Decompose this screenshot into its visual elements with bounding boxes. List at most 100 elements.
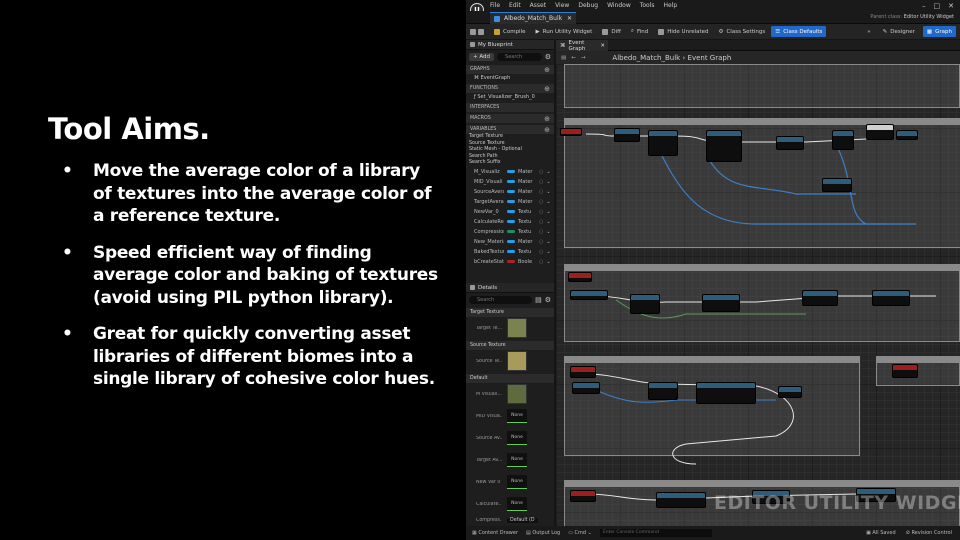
asset-picker[interactable]: None xyxy=(507,431,527,445)
asset-picker[interactable]: None xyxy=(507,475,527,489)
variables-section[interactable]: VARIABLES ⊕ xyxy=(466,125,554,134)
chevron-down-icon[interactable]: ⌄ xyxy=(546,169,550,175)
close-tab-icon[interactable]: ✕ xyxy=(600,43,605,49)
eye-icon[interactable]: ◌ xyxy=(539,209,543,215)
class-defaults-button[interactable]: ☰ Class Defaults xyxy=(771,26,827,37)
details-search-input[interactable]: Search xyxy=(469,295,533,304)
designer-button[interactable]: ✎ Designer xyxy=(879,26,919,37)
menu-edit[interactable]: Edit xyxy=(509,2,521,9)
function-node[interactable] xyxy=(706,130,742,162)
function-node[interactable] xyxy=(656,492,706,508)
function-node[interactable] xyxy=(648,382,678,400)
menu-help[interactable]: Help xyxy=(664,2,678,9)
event-node[interactable] xyxy=(560,128,582,136)
function-node[interactable] xyxy=(822,178,852,192)
breadcrumb-leaf[interactable]: Event Graph xyxy=(688,54,732,62)
menu-asset[interactable]: Asset xyxy=(530,2,546,9)
variable-item[interactable]: SourceAvera Mater ◌ ⌄ xyxy=(466,187,554,197)
forward-arrow-icon[interactable]: → xyxy=(581,55,586,61)
variable-item[interactable]: TargetAvera Mater ◌ ⌄ xyxy=(466,197,554,207)
browse-icon[interactable] xyxy=(478,28,484,35)
chevron-down-icon[interactable]: ⌄ xyxy=(546,249,550,255)
minimize-icon[interactable]: – xyxy=(922,2,926,10)
output-log-button[interactable]: ▤ Output Log xyxy=(526,530,560,536)
event-graph-tab[interactable]: ⌘ Event Graph ✕ xyxy=(556,40,608,52)
chevron-down-icon[interactable]: ⌄ xyxy=(546,229,550,235)
chevron-down-icon[interactable]: ⌄ xyxy=(546,239,550,245)
texture-thumbnail[interactable] xyxy=(507,318,527,338)
functions-section[interactable]: FUNCTIONS ⊕ xyxy=(466,84,554,93)
add-graph-icon[interactable]: ⊕ xyxy=(544,66,550,74)
function-node[interactable] xyxy=(872,290,910,306)
asset-picker[interactable]: None xyxy=(507,497,527,511)
variable-item[interactable]: MID_Visuali Mater ◌ ⌄ xyxy=(466,177,554,187)
maximize-icon[interactable]: □ xyxy=(934,2,941,10)
console-command-input[interactable]: Enter Console Command xyxy=(599,529,712,537)
add-function-icon[interactable]: ⊕ xyxy=(544,85,550,93)
run-utility-widget-button[interactable]: ▶ Run Utility Widget xyxy=(532,26,597,37)
class-settings-button[interactable]: ⚙ Class Settings xyxy=(715,26,770,37)
function-node[interactable] xyxy=(614,128,640,142)
save-icon[interactable] xyxy=(470,28,476,35)
function-node[interactable] xyxy=(696,382,756,404)
add-variable-icon[interactable]: ⊕ xyxy=(544,126,550,134)
blueprint-search-input[interactable]: Search xyxy=(497,52,542,61)
eye-icon[interactable]: ◌ xyxy=(539,219,543,225)
blueprint-graph-canvas[interactable] xyxy=(556,64,960,526)
chevron-down-icon[interactable]: ⌄ xyxy=(546,179,550,185)
texture-thumbnail[interactable] xyxy=(507,351,527,371)
close-icon[interactable]: ✕ xyxy=(948,2,954,10)
chevron-down-icon[interactable]: ⌄ xyxy=(546,259,550,265)
macros-section[interactable]: MACROS ⊕ xyxy=(466,114,554,123)
chevron-down-icon[interactable]: ⌄ xyxy=(546,199,550,205)
variable-item[interactable]: New_Material Mater ◌⌄ xyxy=(466,237,554,247)
chevron-down-icon[interactable]: ⌄ xyxy=(546,189,550,195)
graphs-section[interactable]: GRAPHS ⊕ xyxy=(466,65,554,74)
function-node[interactable] xyxy=(570,290,608,300)
event-graph-item[interactable]: ⌘ EventGraph xyxy=(466,74,554,82)
eye-icon[interactable]: ◌ xyxy=(539,169,543,175)
graph-button[interactable]: ▦ Graph xyxy=(922,26,956,37)
my-blueprint-tab[interactable]: My Blueprint xyxy=(466,40,554,50)
eye-icon[interactable]: ◌ xyxy=(539,189,543,195)
details-tab[interactable]: Details xyxy=(466,283,554,293)
overflow-chevron-icon[interactable]: » xyxy=(863,26,874,37)
diff-button[interactable]: Diff xyxy=(598,26,625,37)
variable-item[interactable]: CalculateRes Textu ◌ ⌄ xyxy=(466,217,554,227)
breadcrumb-root[interactable]: Albedo_Match_Bulk xyxy=(612,54,680,62)
function-node[interactable] xyxy=(802,290,838,306)
eye-icon[interactable]: ◌ xyxy=(539,229,543,235)
content-drawer-button[interactable]: ▦ Content Drawer xyxy=(472,530,518,536)
find-button[interactable]: ⌕ Find xyxy=(627,26,652,37)
all-saved-indicator[interactable]: ▣ All Saved xyxy=(866,530,896,536)
back-arrow-icon[interactable]: ← xyxy=(571,55,576,61)
details-section[interactable]: Default xyxy=(466,374,554,383)
revision-control-button[interactable]: ⊘ Revision Control xyxy=(906,530,952,536)
eye-icon[interactable]: ◌ xyxy=(539,179,543,185)
function-node[interactable] xyxy=(648,130,678,156)
variable-item[interactable]: bCreateStatic Boole ◌⌄ xyxy=(466,257,554,267)
asset-picker[interactable]: None xyxy=(507,453,527,467)
cmd-dropdown[interactable]: ▭ Cmd ⌄ xyxy=(568,530,592,536)
menu-file[interactable]: File xyxy=(490,2,500,9)
settings-gear-icon[interactable]: ⚙ xyxy=(545,53,551,61)
compile-button[interactable]: Compile xyxy=(490,26,530,37)
function-node[interactable] xyxy=(630,294,660,314)
graph-menu-icon[interactable]: ▤ xyxy=(561,55,566,61)
parent-class-value[interactable]: Editor Utility Widget xyxy=(904,14,954,20)
eye-icon[interactable]: ◌ xyxy=(539,199,543,205)
menu-window[interactable]: Window xyxy=(607,2,631,9)
variable-item[interactable]: BakedTexture Textu ◌⌄ xyxy=(466,247,554,257)
chevron-down-icon[interactable]: ⌄ xyxy=(546,219,550,225)
asset-picker[interactable]: None xyxy=(507,409,527,423)
close-tab-icon[interactable]: ✕ xyxy=(567,15,572,22)
menu-view[interactable]: View xyxy=(555,2,569,9)
function-node[interactable] xyxy=(832,130,854,150)
hide-unrelated-button[interactable]: Hide Unrelated xyxy=(654,26,712,37)
details-section[interactable]: Target Texture xyxy=(466,308,554,317)
event-node[interactable] xyxy=(570,366,596,378)
variable-item[interactable]: M_Visualiz Mater ◌ ⌄ xyxy=(466,167,554,177)
function-item[interactable]: ƒ Set_Visualizer_Brush_0 xyxy=(466,93,554,101)
function-node[interactable] xyxy=(776,136,804,150)
event-node[interactable] xyxy=(568,272,592,282)
